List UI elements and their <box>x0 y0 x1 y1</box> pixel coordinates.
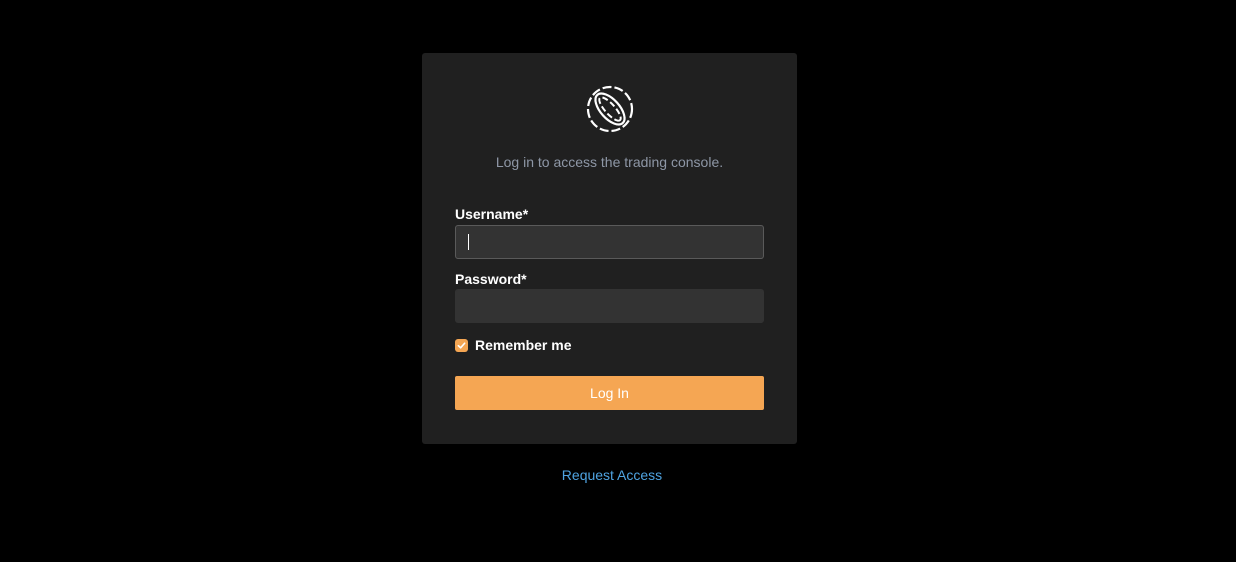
username-input[interactable] <box>455 225 764 259</box>
logo-icon <box>586 85 634 133</box>
remember-me-label: Remember me <box>475 337 572 353</box>
password-input[interactable] <box>455 289 764 323</box>
remember-me-checkbox[interactable] <box>455 338 468 352</box>
login-card: Log in to access the trading console. Us… <box>422 53 797 444</box>
checkmark-icon <box>457 341 466 349</box>
remember-me-toggle[interactable]: Remember me <box>455 337 572 353</box>
text-cursor <box>468 234 469 250</box>
password-label: Password* <box>455 271 527 287</box>
username-label: Username* <box>455 206 529 222</box>
request-access-link[interactable]: Request Access <box>422 467 802 483</box>
login-button[interactable]: Log In <box>455 376 764 410</box>
login-subtitle: Log in to access the trading console. <box>495 154 724 170</box>
